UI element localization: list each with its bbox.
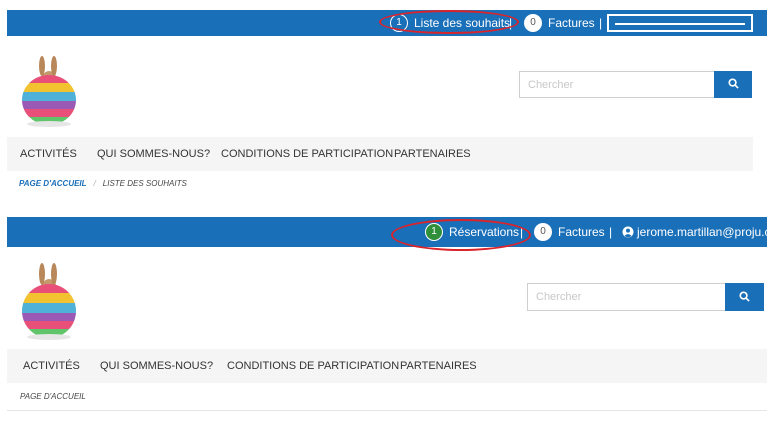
nav-item-partenaires[interactable]: PARTENAIRES [400, 360, 477, 372]
divider [7, 410, 767, 411]
invoices-link[interactable]: 0 Factures [534, 223, 605, 241]
search-form [527, 283, 764, 311]
invoices-count-badge: 0 [534, 223, 552, 241]
redacted-user-field[interactable] [607, 14, 753, 32]
invoices-count-badge: 0 [524, 14, 542, 32]
breadcrumb-current: LISTE DES SOUHAITS [102, 179, 187, 188]
nav-item-partenaires[interactable]: PARTENAIRES [394, 148, 471, 160]
breadcrumb-home[interactable]: PAGE D'ACCUEIL [19, 179, 87, 188]
logo-easter-egg-bunny[interactable] [17, 262, 81, 340]
search-form [519, 71, 752, 98]
logo-easter-egg-bunny[interactable] [17, 55, 81, 127]
search-input[interactable] [527, 283, 725, 311]
nav-item-activites[interactable]: ACTIVITÉS [20, 148, 77, 160]
nav-item-conditions[interactable]: CONDITIONS DE PARTICIPATION [227, 360, 399, 372]
topbar-separator: | [599, 16, 603, 30]
screenshot-after: 1 Réservations | 0 Factures | jerome.mar… [0, 210, 778, 423]
breadcrumb-home[interactable]: PAGE D'ACCUEIL [20, 392, 86, 401]
screenshot-before: 1 Liste des souhaits | 0 Factures | Cher… [0, 0, 778, 210]
search-input[interactable] [519, 71, 714, 98]
nav-item-conditions[interactable]: CONDITIONS DE PARTICIPATION [221, 148, 393, 160]
top-bar: 1 Réservations | 0 Factures | jerome.mar… [7, 217, 777, 247]
breadcrumb-separator: / [93, 179, 96, 188]
invoices-link[interactable]: 0 Factures [524, 14, 595, 32]
highlight-ellipse [391, 219, 531, 251]
main-nav: ACTIVITÉS QUI SOMMES-NOUS? CONDITIONS DE… [7, 137, 753, 171]
nav-item-activites[interactable]: ACTIVITÉS [23, 360, 80, 372]
breadcrumb: PAGE D'ACCUEIL / LISTE DES SOUHAITS [19, 179, 187, 188]
nav-item-qui-sommes-nous[interactable]: QUI SOMMES-NOUS? [97, 148, 210, 160]
user-icon [622, 226, 634, 238]
search-icon [739, 290, 750, 302]
search-icon [727, 78, 739, 89]
invoices-label: Factures [548, 16, 595, 30]
main-nav: ACTIVITÉS QUI SOMMES-NOUS? CONDITIONS DE… [7, 349, 767, 383]
redaction-bar [615, 23, 745, 25]
search-button[interactable] [714, 71, 752, 98]
breadcrumb: PAGE D'ACCUEIL [20, 392, 86, 401]
search-button[interactable] [725, 283, 764, 311]
user-email: jerome.martillan@proju.ch [637, 225, 778, 239]
highlight-ellipse [379, 10, 519, 34]
nav-item-qui-sommes-nous[interactable]: QUI SOMMES-NOUS? [100, 360, 213, 372]
topbar-separator: | [609, 225, 613, 239]
user-account-link[interactable]: jerome.martillan@proju.ch [622, 225, 777, 239]
invoices-label: Factures [558, 225, 605, 239]
